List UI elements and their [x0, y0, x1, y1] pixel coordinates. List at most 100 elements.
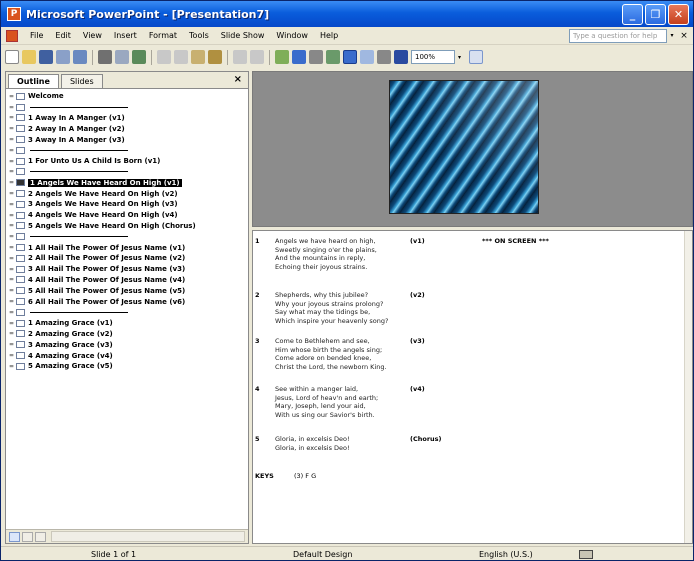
zoom-dropdown-icon[interactable]: ▾: [458, 54, 466, 61]
outline-slide-item[interactable]: = 3 Angels We Have Heard On High (v3): [9, 199, 248, 210]
menu-tools[interactable]: Tools: [183, 31, 215, 40]
outline-slide-item[interactable]: = 4 All Hail The Power Of Jesus Name (v4): [9, 275, 248, 286]
help-dropdown-icon[interactable]: ▾: [667, 32, 677, 39]
slide-icon[interactable]: [16, 308, 25, 316]
slide-thumbnail-image[interactable]: [389, 80, 539, 214]
outline-slide-item[interactable]: = 1 Angels We Have Heard On High (v1): [9, 177, 248, 188]
spellcheck-icon[interactable]: [579, 549, 593, 559]
copy-icon[interactable]: [174, 50, 188, 64]
permission-icon[interactable]: [56, 50, 70, 64]
document-icon[interactable]: [6, 29, 18, 42]
outline-slide-item[interactable]: = 4 Amazing Grace (v4): [9, 350, 248, 361]
slide-icon[interactable]: [16, 114, 25, 122]
slide-icon[interactable]: [16, 254, 25, 262]
status-language[interactable]: English (U.S.): [479, 550, 533, 559]
outline-divider-row[interactable]: =: [9, 167, 248, 178]
slide-icon[interactable]: [16, 179, 25, 187]
normal-view-button[interactable]: [9, 531, 20, 542]
insert-table-icon[interactable]: [292, 50, 306, 64]
title-bar[interactable]: P Microsoft PowerPoint - [Presentation7]…: [1, 1, 693, 27]
menu-format[interactable]: Format: [143, 31, 183, 40]
slide-icon[interactable]: [16, 244, 25, 252]
slide-icon[interactable]: [16, 125, 25, 133]
outline-slide-item[interactable]: = Welcome: [9, 91, 248, 102]
slide-icon[interactable]: [16, 200, 25, 208]
restore-button[interactable]: ❐: [645, 3, 666, 25]
outline-slide-item[interactable]: = 3 Amazing Grace (v3): [9, 339, 248, 350]
outline-slide-item[interactable]: = 3 All Hail The Power Of Jesus Name (v3): [9, 264, 248, 275]
help-icon[interactable]: [469, 50, 483, 64]
menu-edit[interactable]: Edit: [49, 31, 77, 40]
slide-icon[interactable]: [16, 330, 25, 338]
undo-icon[interactable]: [233, 50, 247, 64]
slide-icon[interactable]: [16, 157, 25, 165]
menu-slide-show[interactable]: Slide Show: [215, 31, 271, 40]
tab-slides[interactable]: Slides: [60, 74, 103, 88]
spelling-icon[interactable]: [132, 50, 146, 64]
menu-view[interactable]: View: [77, 31, 108, 40]
outline-slide-item[interactable]: = 5 All Hail The Power Of Jesus Name (v5): [9, 285, 248, 296]
outline-slide-item[interactable]: = 1 All Hail The Power Of Jesus Name (v1): [9, 242, 248, 253]
outline-slide-item[interactable]: = 6 All Hail The Power Of Jesus Name (v6): [9, 296, 248, 307]
outline-slide-item[interactable]: = 1 Amazing Grace (v1): [9, 318, 248, 329]
cut-icon[interactable]: [157, 50, 171, 64]
outline-divider-row[interactable]: =: [9, 307, 248, 318]
slide-icon[interactable]: [16, 136, 25, 144]
slide-icon[interactable]: [16, 341, 25, 349]
notes-pane[interactable]: *** ON SCREEN *** 1 Angels we have heard …: [252, 230, 693, 544]
show-formatting-icon[interactable]: [360, 50, 374, 64]
insert-chart-icon[interactable]: [275, 50, 289, 64]
notes-vertical-scrollbar[interactable]: [684, 231, 692, 543]
paste-icon[interactable]: [191, 50, 205, 64]
color-grayscale-icon[interactable]: [394, 50, 408, 64]
expand-all-icon[interactable]: [343, 50, 357, 64]
slide-icon[interactable]: [16, 233, 25, 241]
email-icon[interactable]: [73, 50, 87, 64]
insert-diagram-icon[interactable]: [326, 50, 340, 64]
slide-icon[interactable]: [16, 362, 25, 370]
status-design[interactable]: Default Design: [293, 550, 352, 559]
close-pane-button[interactable]: ×: [234, 74, 242, 85]
slide-show-button[interactable]: [35, 531, 46, 542]
outline-slide-item[interactable]: = 5 Angels We Have Heard On High (Chorus): [9, 221, 248, 232]
new-icon[interactable]: [5, 50, 19, 64]
outline-slide-item[interactable]: = 1 For Unto Us A Child Is Born (v1): [9, 156, 248, 167]
outline-slide-item[interactable]: = 2 Amazing Grace (v2): [9, 329, 248, 340]
redo-icon[interactable]: [250, 50, 264, 64]
save-icon[interactable]: [39, 50, 53, 64]
outline-divider-row[interactable]: =: [9, 231, 248, 242]
help-question-input[interactable]: Type a question for help: [569, 28, 667, 43]
slide-icon[interactable]: [16, 211, 25, 219]
menu-insert[interactable]: Insert: [108, 31, 143, 40]
menu-help[interactable]: Help: [314, 31, 344, 40]
outline-slide-item[interactable]: = 2 Angels We Have Heard On High (v2): [9, 188, 248, 199]
slide-icon[interactable]: [16, 222, 25, 230]
zoom-select[interactable]: 100%: [411, 50, 455, 64]
outline-slide-item[interactable]: = 3 Away In A Manger (v3): [9, 134, 248, 145]
tables-borders-icon[interactable]: [309, 50, 323, 64]
slide-icon[interactable]: [16, 103, 25, 111]
slide-icon[interactable]: [16, 190, 25, 198]
slide-sorter-view-button[interactable]: [22, 531, 33, 542]
outline-slide-item[interactable]: = 1 Away In A Manger (v1): [9, 113, 248, 124]
slide-icon[interactable]: [16, 146, 25, 154]
outline-divider-row[interactable]: =: [9, 145, 248, 156]
close-document-button[interactable]: ×: [677, 31, 691, 41]
outline-divider-row[interactable]: =: [9, 102, 248, 113]
outline-slide-item[interactable]: = 4 Angels We Have Heard On High (v4): [9, 210, 248, 221]
slide-icon[interactable]: [16, 92, 25, 100]
slide-icon[interactable]: [16, 319, 25, 327]
slide-icon[interactable]: [16, 168, 25, 176]
open-icon[interactable]: [22, 50, 36, 64]
outline-slide-item[interactable]: = 2 All Hail The Power Of Jesus Name (v2): [9, 253, 248, 264]
powerpoint-app-icon[interactable]: P: [7, 7, 21, 21]
outline-slide-item[interactable]: = 5 Amazing Grace (v5): [9, 361, 248, 372]
slide-icon[interactable]: [16, 276, 25, 284]
print-icon[interactable]: [98, 50, 112, 64]
print-preview-icon[interactable]: [115, 50, 129, 64]
show-grid-icon[interactable]: [377, 50, 391, 64]
slide-icon[interactable]: [16, 352, 25, 360]
tab-outline[interactable]: Outline: [8, 74, 59, 88]
format-painter-icon[interactable]: [208, 50, 222, 64]
slide-icon[interactable]: [16, 298, 25, 306]
